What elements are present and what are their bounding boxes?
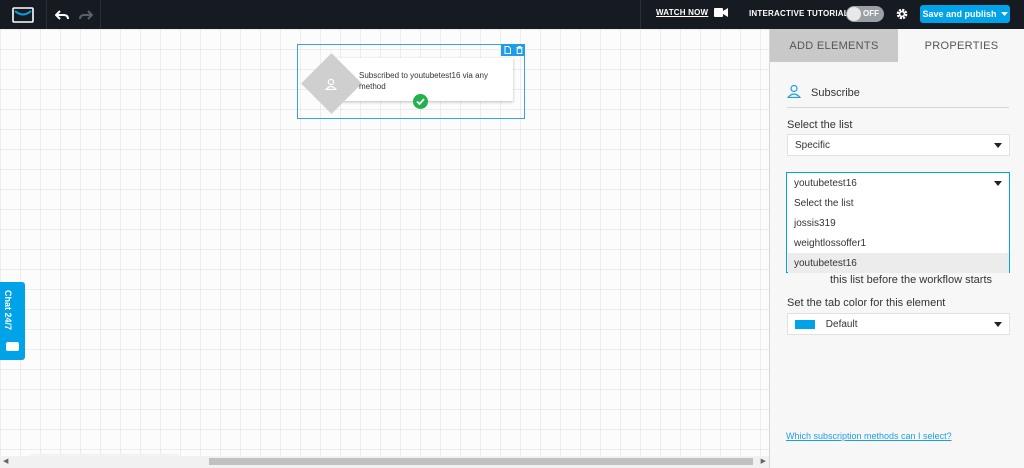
- watch-now-link[interactable]: WATCH NOW: [656, 8, 729, 17]
- caret-down-icon: [994, 322, 1002, 327]
- panel-tabs: ADD ELEMENTS PROPERTIES: [770, 29, 1024, 62]
- color-swatch: [795, 319, 815, 329]
- redo-icon[interactable]: [78, 9, 93, 20]
- node-description: Subscribed to youtubetest16 via any meth…: [359, 71, 488, 91]
- publish-label: Save and publish: [922, 9, 997, 19]
- app-logo[interactable]: [0, 0, 47, 29]
- tab-properties[interactable]: PROPERTIES: [898, 29, 1024, 62]
- workflow-canvas[interactable]: Subscribed to youtubetest16 via any meth…: [0, 29, 769, 468]
- list-option[interactable]: Select the list: [788, 193, 1009, 213]
- undo-redo-group: [47, 0, 101, 29]
- list-mode-select[interactable]: Specific: [787, 134, 1010, 156]
- node-toolbar: [501, 44, 525, 56]
- copy-icon[interactable]: [504, 46, 511, 54]
- list-option[interactable]: jossis319: [788, 213, 1009, 233]
- subscription-methods-help-link[interactable]: Which subscription methods can I select?: [786, 431, 952, 441]
- list-dropdown-open[interactable]: youtubetest16 Select the list jossis319 …: [786, 172, 1010, 273]
- list-option[interactable]: weightlossoffer1: [788, 233, 1009, 253]
- tab-add-elements[interactable]: ADD ELEMENTS: [770, 29, 898, 62]
- element-header: Subscribe: [787, 84, 1009, 108]
- tutorial-toggle[interactable]: OFF: [846, 6, 884, 22]
- chat-bubble-icon: [6, 342, 19, 351]
- workflow-node-selected[interactable]: Subscribed to youtubetest16 via any meth…: [297, 44, 525, 119]
- tab-color-value: Default: [825, 319, 858, 330]
- caret-down-icon: [994, 181, 1002, 186]
- chat-label: Chat 24/7: [3, 290, 13, 331]
- chat-247-tab[interactable]: Chat 24/7: [0, 282, 25, 360]
- horizontal-scrollbar[interactable]: ◀ ▶: [0, 456, 769, 468]
- user-icon: [321, 74, 341, 94]
- toggle-knob: [847, 7, 861, 21]
- interactive-tutorial-label: INTERACTIVE TUTORIAL: [749, 9, 849, 18]
- hint-text: this list before the workflow starts: [830, 274, 993, 286]
- tab-color-select[interactable]: Default: [787, 313, 1010, 335]
- scroll-right-icon[interactable]: ▶: [761, 457, 766, 465]
- save-and-publish-button[interactable]: Save and publish: [920, 5, 1010, 23]
- select-list-label: Select the list: [787, 119, 853, 131]
- watch-now-label: WATCH NOW: [656, 8, 709, 17]
- trash-icon[interactable]: [516, 46, 523, 54]
- properties-panel: ADD ELEMENTS PROPERTIES Subscribe Select…: [769, 29, 1024, 468]
- toggle-state: OFF: [863, 9, 879, 18]
- list-mode-value: Specific: [795, 140, 831, 151]
- check-icon: [413, 94, 428, 109]
- scroll-left-icon[interactable]: ◀: [3, 457, 8, 465]
- gear-icon[interactable]: [895, 7, 909, 21]
- tab-color-label: Set the tab color for this element: [787, 297, 946, 309]
- list-option-highlighted[interactable]: youtubetest16: [788, 253, 1009, 273]
- list-dropdown-current: youtubetest16: [794, 178, 857, 189]
- caret-down-icon: [1000, 12, 1008, 16]
- toolbar-divider: [640, 0, 641, 29]
- user-outline-icon: [787, 84, 801, 98]
- caret-down-icon: [994, 143, 1002, 148]
- scrollbar-thumb[interactable]: [209, 458, 753, 465]
- top-toolbar: WATCH NOW INTERACTIVE TUTORIAL OFF Save …: [0, 0, 1024, 29]
- video-camera-icon: [714, 8, 729, 17]
- envelope-logo-icon: [12, 6, 34, 23]
- list-dropdown-options: Select the list jossis319 weightlossoffe…: [788, 193, 1009, 273]
- element-title: Subscribe: [811, 87, 860, 99]
- undo-icon[interactable]: [54, 9, 69, 20]
